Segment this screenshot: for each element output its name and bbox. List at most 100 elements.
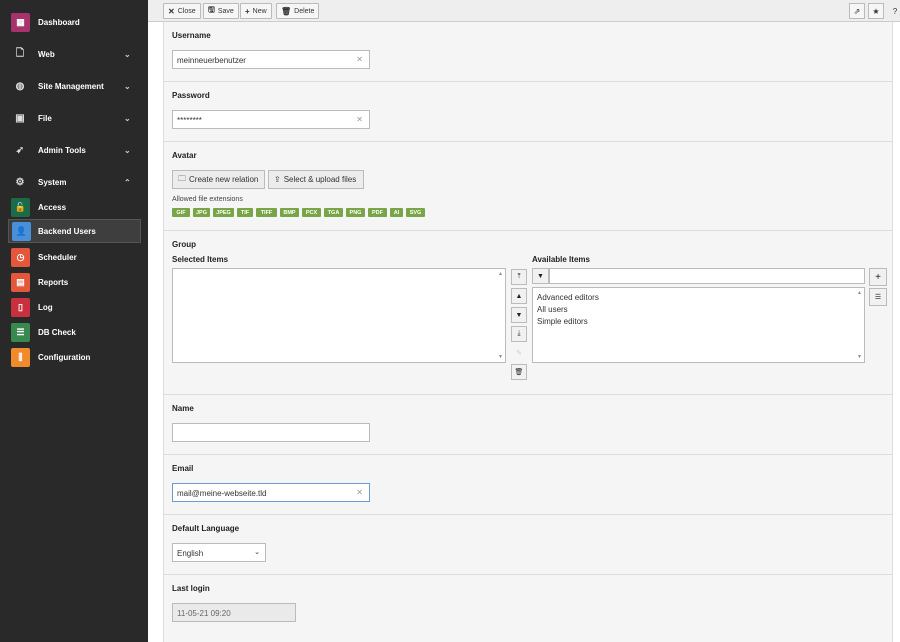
move-bottom-button[interactable]: ⤓	[511, 326, 527, 342]
extension-badge: PCX	[302, 208, 321, 217]
nav-label: DB Check	[38, 327, 76, 337]
nav-scheduler[interactable]: ◷ Scheduler	[0, 243, 148, 271]
section-password: Password ******** ✕	[164, 82, 892, 142]
save-label: Save	[217, 7, 234, 15]
nav-admin-tools[interactable]: ➶ Admin Tools ⌄	[0, 136, 148, 164]
nav-label: Admin Tools	[38, 145, 86, 155]
nav-backend-users[interactable]: 👤 Backend Users	[8, 219, 141, 243]
section-group: Group Selected Items ▲ ▼ ⤒ ▲ ▼ ⤓ ✎ 🗑 Ava…	[164, 231, 892, 395]
extension-badge: TIFF	[256, 208, 277, 217]
form-content: Username meinneuerbenutzer ✕ Password **…	[163, 22, 893, 642]
nav-label: File	[38, 113, 52, 123]
section-name: Name	[164, 395, 892, 455]
language-select[interactable]: English ⌄	[172, 543, 266, 562]
extension-badge: PDF	[368, 208, 387, 217]
nav-system[interactable]: ⚙ System ⌃	[0, 168, 148, 196]
folder-icon: 🗀	[178, 173, 186, 183]
extension-badge: PNG	[346, 208, 365, 217]
page-icon: 🗋	[15, 47, 25, 59]
username-input[interactable]: meinneuerbenutzer ✕	[172, 50, 370, 69]
nav-label: Site Management	[38, 81, 104, 91]
create-relation-button[interactable]: 🗀 Create new relation	[172, 170, 265, 189]
main-area: ✕ Close 🖫 Save + New 🗑 Delete ⇗ ★ ? Username…	[148, 0, 900, 642]
move-down-button[interactable]: ▼	[511, 307, 527, 323]
list-module-button[interactable]: ☰	[869, 288, 887, 306]
selected-items-list[interactable]: ▲ ▼	[172, 268, 506, 363]
star-icon: ★	[872, 6, 880, 16]
nav-access[interactable]: 🔓 Access	[0, 193, 148, 221]
avatar-label: Avatar	[172, 151, 197, 160]
document-icon: ▯	[11, 297, 30, 317]
remove-item-button[interactable]: 🗑	[511, 364, 527, 380]
nav-file[interactable]: ▣ File ⌄	[0, 104, 148, 132]
list-item[interactable]: Simple editors	[537, 317, 588, 326]
dashboard-icon: ▦	[11, 12, 30, 32]
nav-label: Backend Users	[38, 226, 96, 236]
section-language: Default Language English ⌄	[164, 515, 892, 575]
open-new-window-button[interactable]: ⇗	[849, 3, 865, 19]
nav-site-management[interactable]: ◍ Site Management ⌄	[0, 72, 148, 100]
last-login-value: 11-05-21 09:20	[177, 609, 231, 618]
filter-input[interactable]	[549, 268, 865, 284]
create-relation-label: Create new relation	[189, 175, 259, 184]
help-button[interactable]: ?	[887, 3, 900, 19]
username-label: Username	[172, 31, 211, 40]
new-button[interactable]: + New	[240, 3, 272, 19]
password-input[interactable]: ******** ✕	[172, 110, 370, 129]
plus-icon: +	[875, 271, 881, 283]
gear-icon: ⚙	[15, 176, 25, 188]
save-button[interactable]: 🖫 Save	[203, 3, 239, 19]
email-label: Email	[172, 464, 194, 473]
chevron-down-icon: ⌄	[124, 49, 131, 59]
extension-badge: GIF	[172, 208, 190, 217]
add-record-button[interactable]: +	[869, 268, 887, 286]
password-value: ********	[177, 116, 202, 125]
scroll-up-icon[interactable]: ▲	[857, 290, 862, 296]
clear-icon[interactable]: ✕	[356, 488, 363, 497]
image-icon: ▣	[15, 112, 25, 124]
nav-log[interactable]: ▯ Log	[0, 293, 148, 321]
close-icon: ✕	[168, 6, 175, 16]
scroll-up-icon[interactable]: ▲	[498, 271, 503, 277]
plus-icon: +	[245, 6, 250, 16]
nav-db-check[interactable]: ☰ DB Check	[0, 318, 148, 346]
email-value: mail@meine-webseite.tld	[177, 489, 267, 498]
clear-icon[interactable]: ✕	[356, 55, 363, 64]
chevron-down-icon: ⌄	[254, 549, 260, 556]
available-items-list[interactable]: Advanced editors All users Simple editor…	[532, 287, 865, 363]
module-menu: ▦ Dashboard 🗋 Web ⌄ ◍ Site Management ⌄ …	[0, 0, 148, 642]
allowed-extensions-label: Allowed file extensions	[172, 196, 243, 203]
new-label: New	[252, 7, 267, 15]
edit-button[interactable]: ✎	[511, 345, 527, 361]
upload-files-button[interactable]: ⇪ Select & upload files	[268, 170, 364, 189]
globe-icon: ◍	[15, 80, 25, 92]
filter-button[interactable]: ▼	[532, 268, 549, 284]
section-last-login: Last login 11-05-21 09:20	[164, 575, 892, 641]
external-link-icon: ⇗	[853, 6, 861, 16]
close-button[interactable]: ✕ Close	[163, 3, 201, 19]
scroll-down-icon[interactable]: ▼	[857, 354, 862, 360]
list-item[interactable]: Advanced editors	[537, 293, 599, 302]
nav-web[interactable]: 🗋 Web ⌄	[0, 40, 148, 68]
move-up-button[interactable]: ▲	[511, 288, 527, 304]
user-icon: 👤	[12, 221, 31, 241]
bookmark-button[interactable]: ★	[868, 3, 884, 19]
report-icon: ▤	[11, 272, 30, 292]
email-input[interactable]: mail@meine-webseite.tld ✕	[172, 483, 370, 502]
nav-reports[interactable]: ▤ Reports	[0, 268, 148, 296]
nav-configuration[interactable]: ⫼ Configuration	[0, 343, 148, 371]
name-label: Name	[172, 404, 194, 413]
nav-dashboard[interactable]: ▦ Dashboard	[0, 8, 148, 36]
help-icon: ?	[892, 6, 898, 16]
scroll-down-icon[interactable]: ▼	[498, 354, 503, 360]
arrow-up-icon: ▲	[515, 292, 523, 300]
move-top-button[interactable]: ⤒	[511, 269, 527, 285]
upload-label: Select & upload files	[283, 175, 357, 184]
rocket-icon: ➶	[15, 144, 25, 156]
name-input[interactable]	[172, 423, 370, 442]
arrow-down-icon: ▼	[515, 311, 523, 319]
delete-button[interactable]: 🗑 Delete	[276, 3, 320, 19]
nav-label: System	[38, 177, 67, 187]
clear-icon[interactable]: ✕	[356, 115, 363, 124]
list-item[interactable]: All users	[537, 305, 568, 314]
